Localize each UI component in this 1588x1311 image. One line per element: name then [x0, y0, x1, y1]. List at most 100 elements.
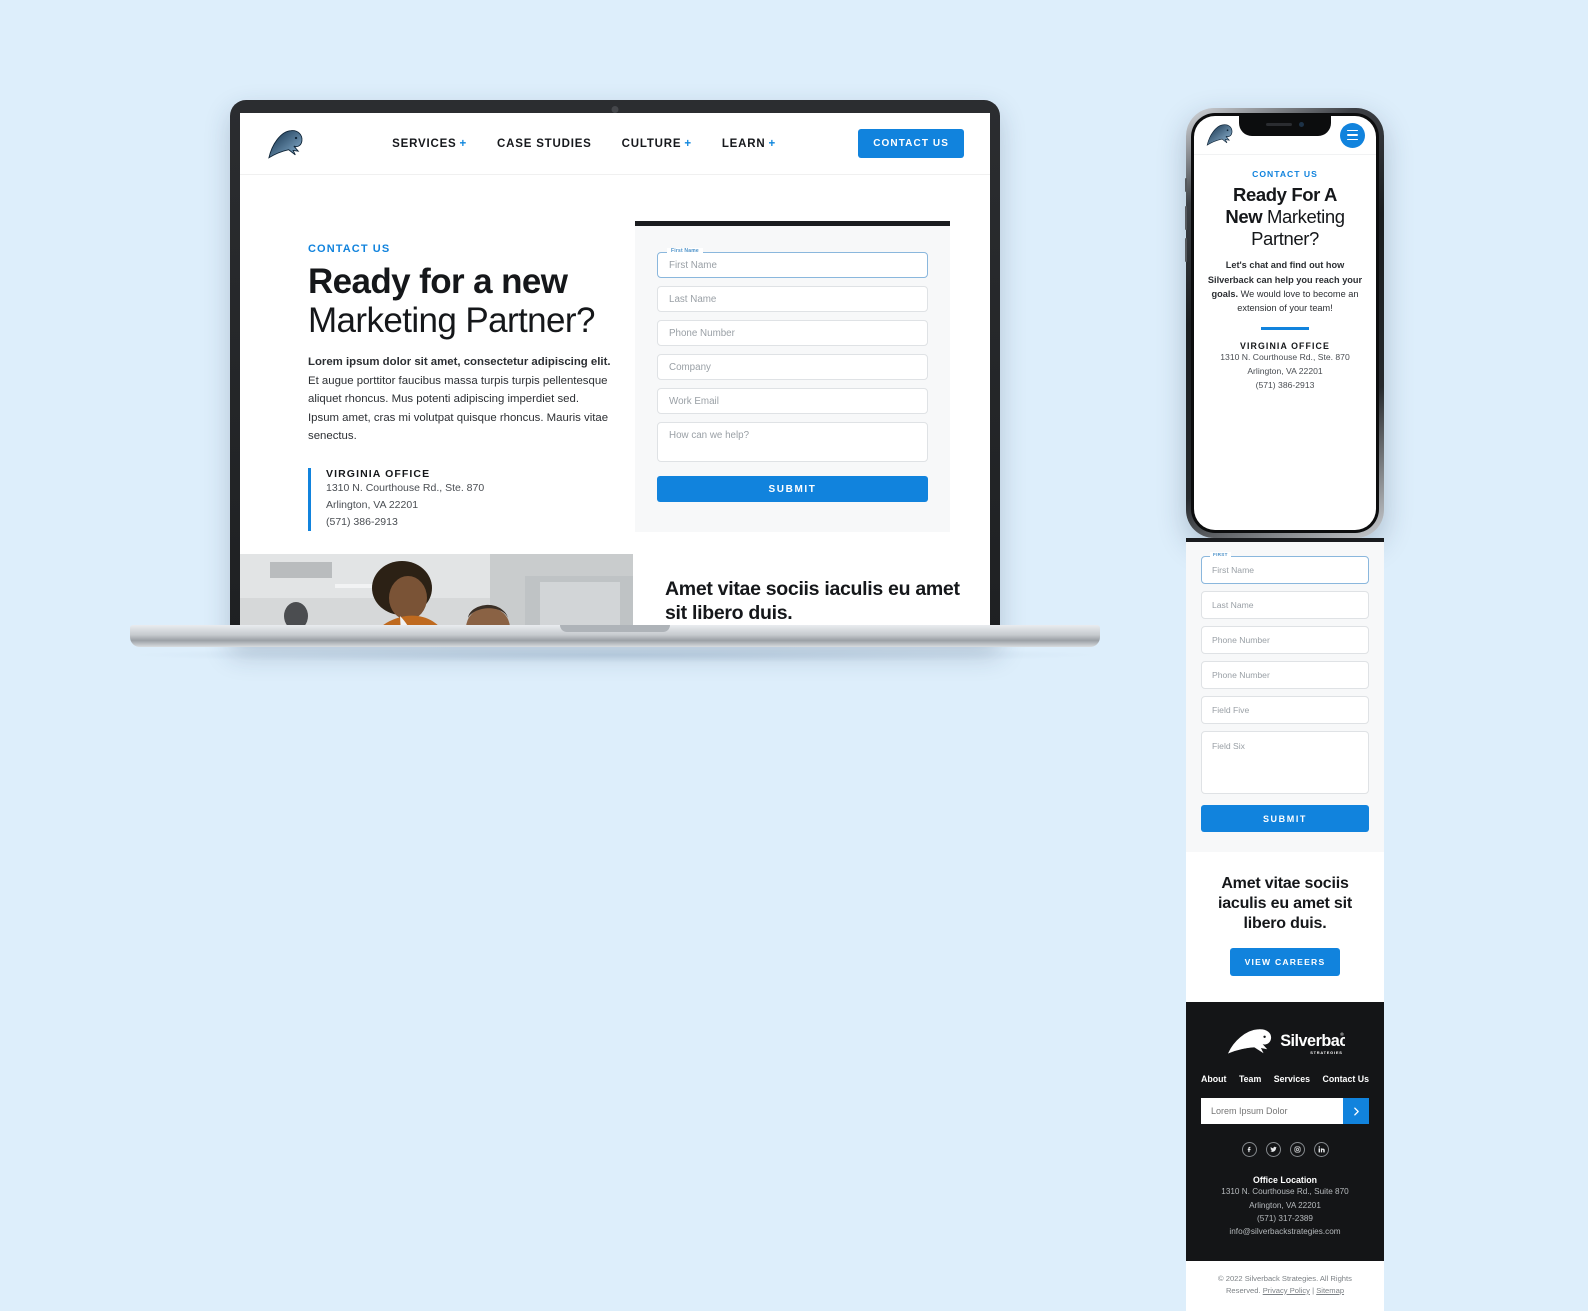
office-phone[interactable]: (571) 386-2913 — [326, 514, 613, 531]
mobile-legal-divider: | — [1312, 1285, 1315, 1295]
mobile-office-city: Arlington, VA 22201 — [1247, 366, 1323, 377]
mobile-legal-bar: © 2022 Silverback Strategies. All Rights… — [1186, 1260, 1384, 1311]
mobile-footer-search-submit-button[interactable] — [1343, 1098, 1369, 1125]
mobile-legal-sitemap-link[interactable]: Sitemap — [1316, 1286, 1344, 1295]
plus-icon: + — [684, 137, 692, 150]
nav-label: LEARN — [721, 137, 766, 150]
silverback-logo-icon[interactable] — [266, 127, 310, 161]
silverback-wordmark-icon: Silverback ® STRATEGIES — [1225, 1024, 1358, 1058]
twitter-icon[interactable] — [1265, 1142, 1281, 1158]
mobile-footer-location-title: Office Location — [1252, 1175, 1318, 1186]
instagram-icon[interactable] — [1289, 1142, 1305, 1158]
hero-form-column: First Name First Name Last Name Phone Nu… — [635, 221, 962, 532]
mobile-hero-body-rest: We would love to become an extension of … — [1237, 288, 1359, 314]
mobile-footer-nav-team[interactable]: Team — [1239, 1074, 1261, 1084]
mobile-footer: Silverback ® STRATEGIES About Team Servi… — [1186, 1002, 1384, 1261]
first-name-floating-label: First Name — [667, 248, 703, 254]
facebook-icon[interactable] — [1241, 1142, 1257, 1158]
careers-heading: Amet vitae sociis iaculis eu amet sit li… — [665, 578, 960, 624]
silverback-logo-icon[interactable] — [1205, 122, 1238, 148]
mobile-phone-number-2-placeholder: Phone Number — [1212, 670, 1270, 680]
hero-copy-column: CONTACT US Ready for a new Marketing Par… — [268, 221, 613, 532]
mobile-last-name-input[interactable]: Last Name — [1201, 591, 1369, 619]
mobile-footer-nav-services[interactable]: Services — [1274, 1074, 1310, 1084]
mobile-field-six-placeholder: Field Six — [1212, 741, 1245, 751]
phone-screen: CONTACT US Ready For A New Marketing Par… — [1194, 116, 1376, 530]
phone-front-camera-icon — [1299, 121, 1304, 127]
laptop-shadow — [140, 647, 1090, 663]
mobile-legal-privacy-policy-link[interactable]: Privacy Policy — [1263, 1286, 1310, 1295]
nav-item-culture[interactable]: CULTURE + — [622, 138, 692, 150]
mobile-hero-divider — [1261, 327, 1309, 331]
svg-text:Silverback: Silverback — [1280, 1032, 1345, 1050]
mobile-hero-heading-light: Marketing Partner? — [1251, 205, 1345, 249]
mobile-phone-number-input-2[interactable]: Phone Number — [1201, 661, 1369, 689]
phone-volume-down-button — [1185, 238, 1187, 262]
mobile-footer-nav-contact-us[interactable]: Contact Us — [1323, 1074, 1369, 1084]
phone-number-input[interactable]: Phone Number — [657, 320, 928, 346]
hero-office-block: VIRGINIA OFFICE 1310 N. Courthouse Rd., … — [308, 467, 613, 531]
mobile-footer-location-contact[interactable]: (571) 317-2389 info@silverbackstrategies… — [1201, 1212, 1369, 1239]
mobile-footer-nav-about[interactable]: About — [1201, 1074, 1226, 1084]
nav-item-learn[interactable]: LEARN + — [722, 138, 776, 150]
mobile-hero-eyebrow: CONTACT US — [1252, 169, 1318, 179]
office-street: 1310 N. Courthouse Rd., Ste. 870 — [326, 481, 485, 494]
work-email-input[interactable]: Work Email — [657, 388, 928, 414]
mobile-hero-body: Let's chat and find out how Silverback c… — [1207, 258, 1363, 315]
laptop-base — [130, 625, 1100, 647]
contact-us-button[interactable]: CONTACT US — [858, 129, 964, 158]
company-input[interactable]: Company — [657, 354, 928, 380]
desktop-hero-section: CONTACT US Ready for a new Marketing Par… — [240, 175, 990, 554]
nav-item-services[interactable]: SERVICES + — [392, 138, 467, 150]
hamburger-menu-icon[interactable] — [1340, 122, 1365, 148]
mobile-careers-section: Amet vitae sociis iaculis eu amet sit li… — [1186, 852, 1384, 1003]
mobile-submit-button[interactable]: SUBMIT — [1201, 805, 1369, 832]
mobile-page-continuation: FIRST First Name Last Name Phone Number … — [1186, 538, 1384, 1311]
mobile-careers-heading: Amet vitae sociis iaculis eu amet sit li… — [1217, 875, 1353, 933]
hero-heading-light: Marketing Partner? — [308, 301, 595, 341]
svg-text:STRATEGIES: STRATEGIES — [1310, 1051, 1342, 1056]
first-name-input[interactable]: First Name First Name — [657, 248, 928, 278]
hero-body-bold: Lorem ipsum dolor sit amet, consectetur … — [308, 356, 611, 369]
phone-volume-up-button — [1185, 206, 1187, 230]
mobile-footer-social-links — [1201, 1142, 1369, 1158]
laptop-mockup: SERVICES + CASE STUDIES CULTURE + LEARN + C… — [130, 100, 1100, 830]
submit-button[interactable]: SUBMIT — [657, 476, 928, 502]
mobile-contact-form: FIRST First Name Last Name Phone Number … — [1186, 538, 1384, 852]
hero-eyebrow: CONTACT US — [308, 243, 391, 255]
mobile-footer-search-input[interactable] — [1201, 1098, 1343, 1125]
hero-body-rest: Et augue porttitor faucibus massa turpis… — [308, 374, 609, 443]
office-city: Arlington, VA 22201 — [326, 498, 419, 511]
mobile-view-careers-button[interactable]: VIEW CAREERS — [1229, 948, 1341, 977]
last-name-input[interactable]: Last Name — [657, 286, 928, 312]
nav-label: CULTURE — [621, 137, 682, 150]
laptop-screen: SERVICES + CASE STUDIES CULTURE + LEARN + C… — [240, 113, 990, 645]
phone-earpiece-speaker — [1266, 122, 1292, 126]
mobile-footer-nav: About Team Services Contact Us — [1201, 1074, 1369, 1084]
nav-item-case-studies[interactable]: CASE STUDIES — [497, 138, 592, 150]
laptop-lid: SERVICES + CASE STUDIES CULTURE + LEARN + C… — [230, 100, 1000, 645]
nav-label: CASE STUDIES — [497, 137, 592, 150]
mobile-office-title: VIRGINIA OFFICE — [1240, 341, 1330, 352]
mobile-hero-heading-bold-1: Ready For A — [1233, 184, 1337, 205]
mobile-footer-search — [1201, 1098, 1369, 1125]
mobile-hero-heading: Ready For A New Marketing Partner? — [1207, 184, 1363, 249]
office-title: VIRGINIA OFFICE — [326, 467, 431, 480]
mobile-phone-number-input[interactable]: Phone Number — [1201, 626, 1369, 654]
phone-mockup: CONTACT US Ready For A New Marketing Par… — [1185, 108, 1384, 1311]
company-placeholder: Company — [669, 361, 711, 373]
laptop-webcam-icon — [611, 106, 619, 113]
mobile-first-name-placeholder: First Name — [1212, 565, 1255, 575]
mobile-first-name-input[interactable]: FIRST First Name — [1201, 552, 1369, 584]
linkedin-icon[interactable] — [1313, 1142, 1329, 1158]
mobile-field-five-input[interactable]: Field Five — [1201, 696, 1369, 724]
mobile-field-six-textarea[interactable]: Field Six — [1201, 731, 1369, 794]
mobile-office-phone[interactable]: (571) 386-2913 — [1207, 379, 1363, 393]
message-textarea[interactable]: How can we help? — [657, 422, 928, 462]
contact-form: First Name First Name Last Name Phone Nu… — [635, 221, 950, 532]
phone-bezel: CONTACT US Ready For A New Marketing Par… — [1191, 113, 1379, 533]
nav-label: SERVICES — [392, 137, 457, 150]
mobile-last-name-placeholder: Last Name — [1212, 600, 1254, 610]
phone-device-frame: CONTACT US Ready For A New Marketing Par… — [1185, 108, 1384, 538]
mobile-hero-section: CONTACT US Ready For A New Marketing Par… — [1194, 154, 1376, 392]
